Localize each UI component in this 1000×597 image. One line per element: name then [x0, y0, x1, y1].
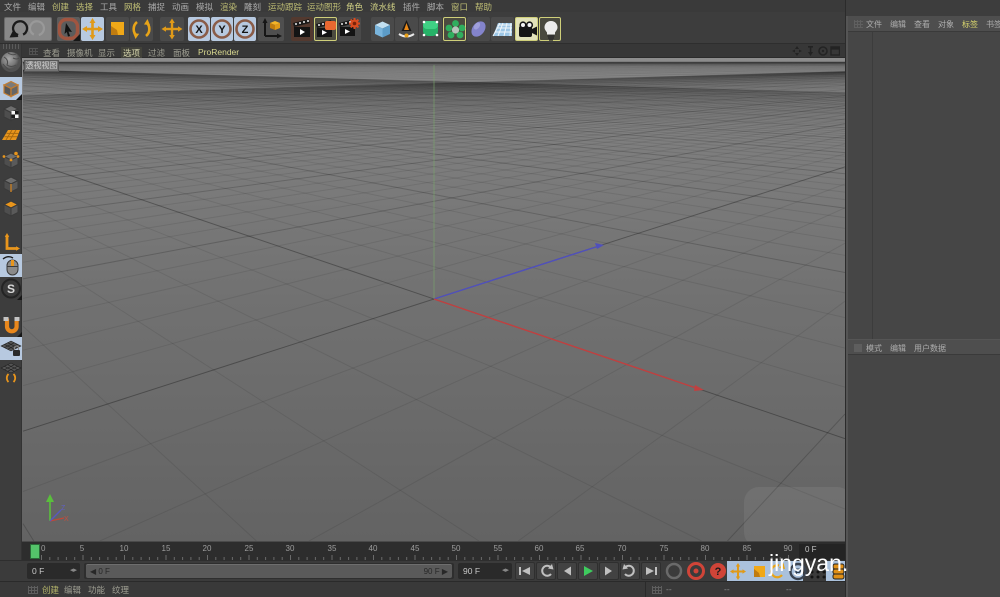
svg-text:Z: Z [61, 505, 66, 512]
svg-text:?: ? [715, 566, 722, 578]
svg-text:S: S [7, 282, 15, 296]
svg-text:Z: Z [242, 24, 249, 36]
svg-text:X: X [195, 24, 203, 36]
svg-text:Y: Y [218, 24, 226, 36]
svg-text:X: X [64, 516, 69, 523]
